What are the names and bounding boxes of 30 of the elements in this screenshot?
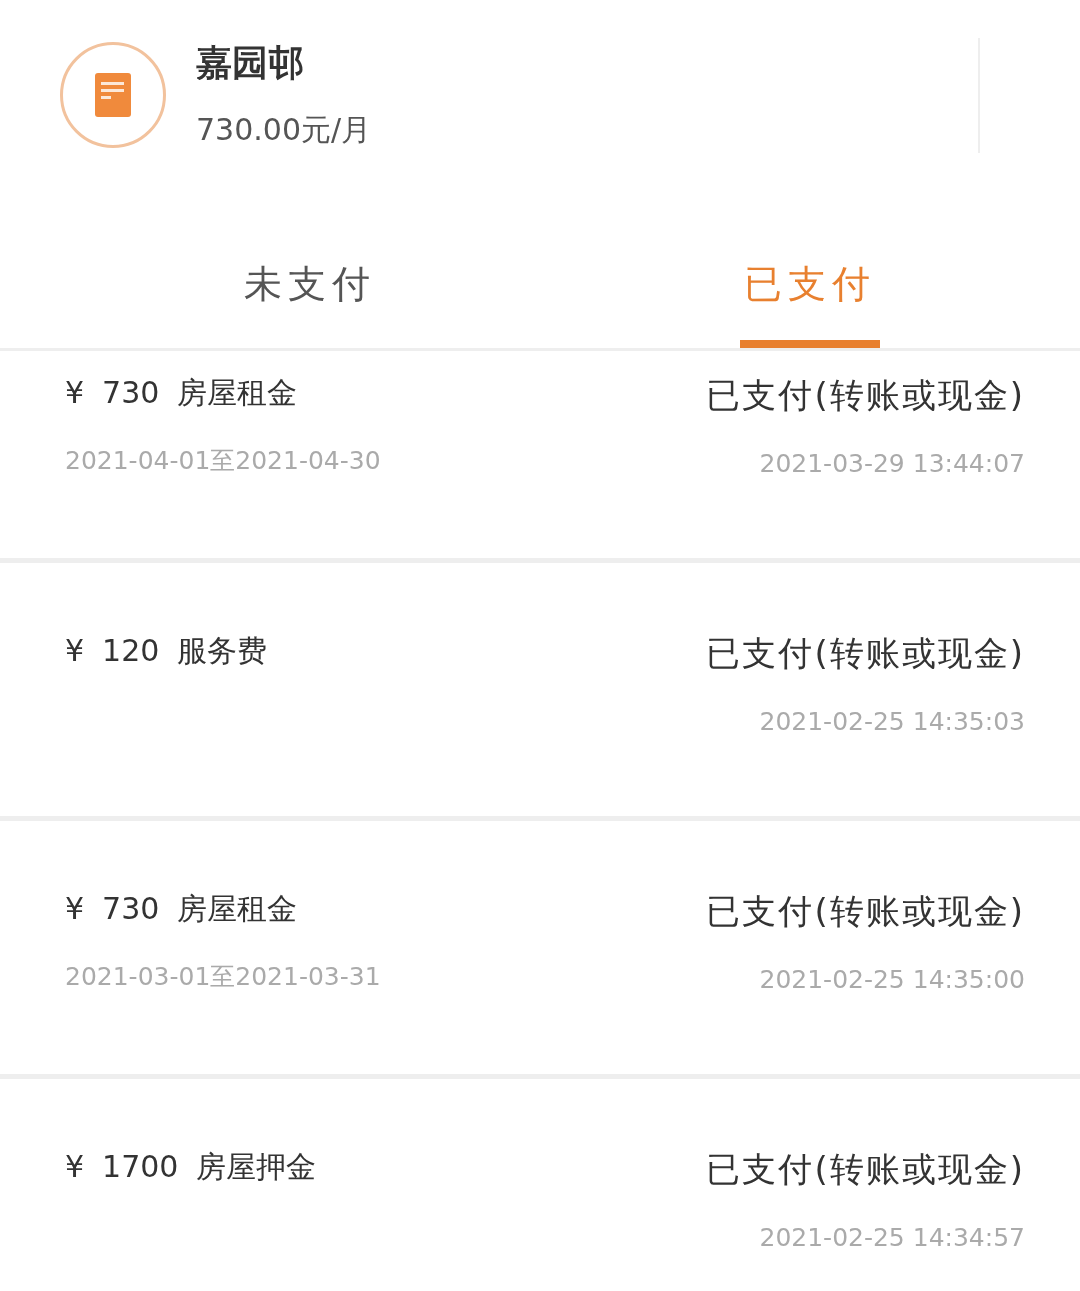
payment-time: 2021-03-29 13:44:07 <box>759 449 1025 478</box>
bill-card[interactable]: ¥ 1700 房屋押金 已支付(转账或现金) 2021-02-25 14:34:57 <box>0 1079 1080 1291</box>
currency-symbol: ¥ <box>65 633 85 668</box>
payment-time: 2021-02-25 14:34:57 <box>759 1223 1025 1252</box>
currency-symbol: ¥ <box>65 375 85 410</box>
payment-time: 2021-02-25 14:35:00 <box>759 965 1025 994</box>
bill-item: 服务费 <box>177 632 268 670</box>
tab[interactable]: 未支付 <box>0 200 620 348</box>
property-name: 嘉园邨 <box>196 41 305 85</box>
payment-status: 已支付(转账或现金) <box>706 890 1025 933</box>
billing-period: 2021-03-01至2021-03-31 <box>65 961 381 993</box>
bill-item: 房屋租金 <box>177 374 298 412</box>
billing-period: 2021-04-01至2021-04-30 <box>65 445 381 477</box>
bill-card[interactable]: ¥ 730 房屋租金 2021-03-01至2021-03-31 已支付(转账或现金) 2021-02-25 14:35:00 <box>0 821 1080 1074</box>
currency-symbol: ¥ <box>65 1149 85 1184</box>
bill-item: 房屋租金 <box>177 890 298 928</box>
bill-item: 房屋押金 <box>196 1148 317 1186</box>
payment-time: 2021-02-25 14:35:03 <box>759 707 1025 736</box>
currency-symbol: ¥ <box>65 891 85 926</box>
bill-amount: 730 <box>102 891 160 926</box>
bill-card[interactable]: ¥ 730 房屋租金 2021-04-01至2021-04-30 已支付(转账或现金) 2021-03-29 13:44:07 <box>0 351 1080 558</box>
bill-card[interactable]: ¥ 120 服务费 已支付(转账或现金) 2021-02-25 14:35:03 <box>0 563 1080 816</box>
bill-amount: 1700 <box>102 1149 179 1184</box>
bill-amount: 120 <box>102 633 160 668</box>
bill-amount: 730 <box>102 375 160 410</box>
payment-status: 已支付(转账或现金) <box>706 632 1025 675</box>
document-icon <box>60 42 166 148</box>
payment-status: 已支付(转账或现金) <box>706 374 1025 417</box>
payment-status: 已支付(转账或现金) <box>706 1148 1025 1191</box>
monthly-rent: 730.00元/月 <box>196 111 373 149</box>
